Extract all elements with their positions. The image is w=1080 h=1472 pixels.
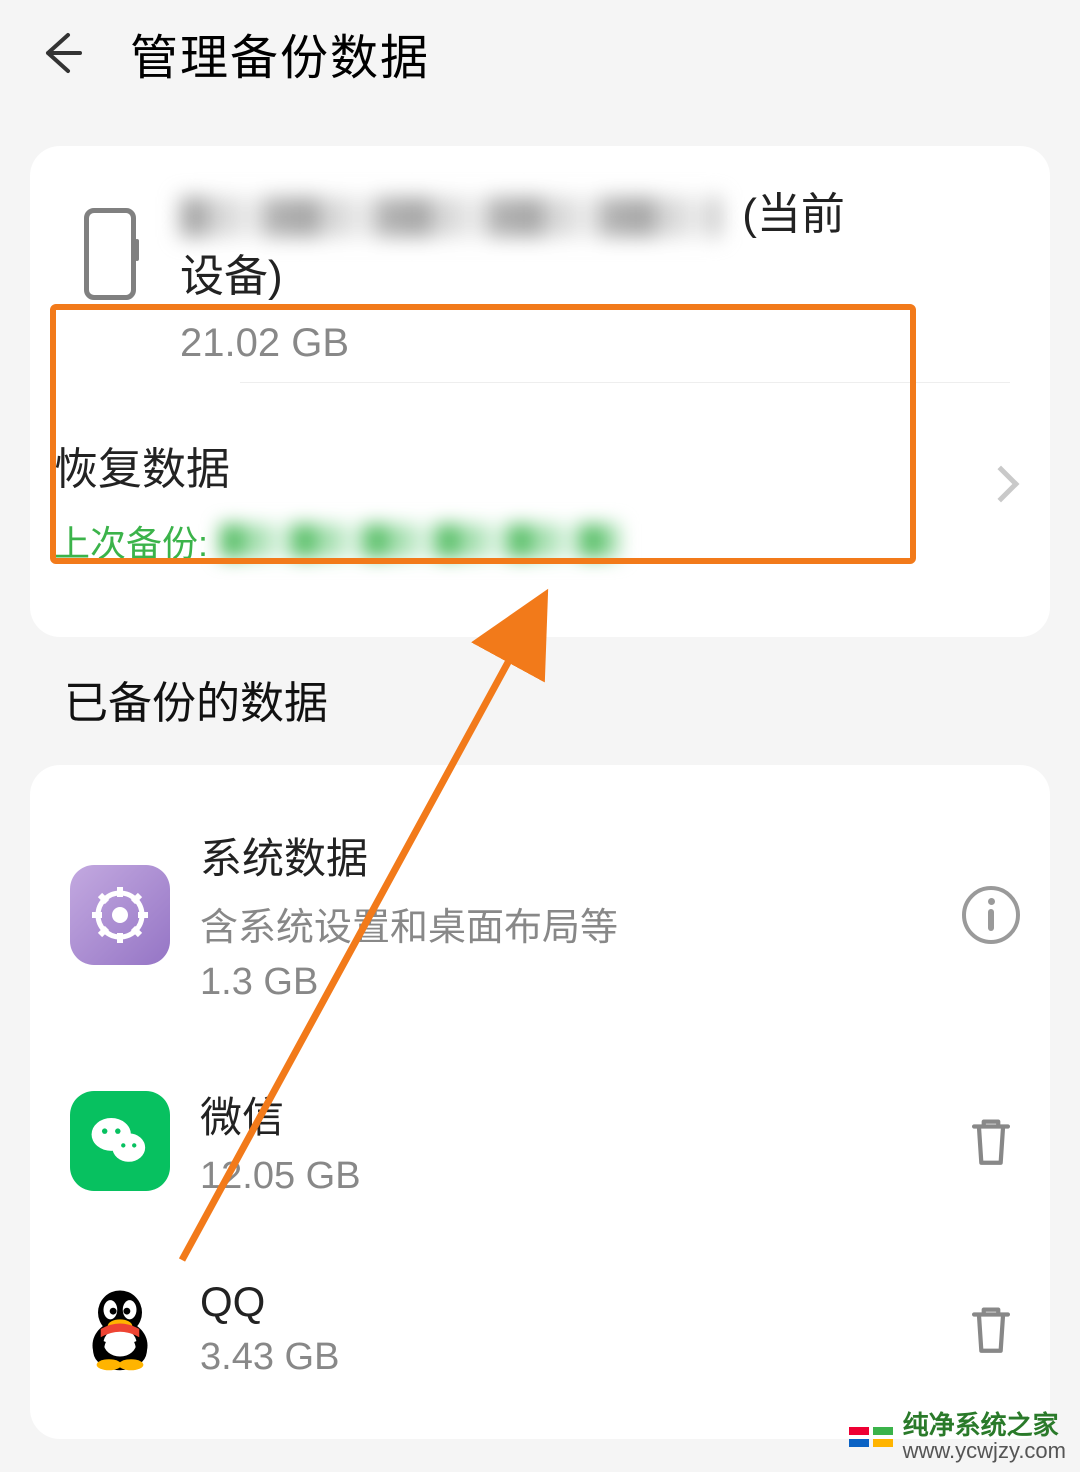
app-row-qq[interactable]: QQ 3.43 GB (30, 1238, 1050, 1419)
qq-icon (70, 1279, 170, 1379)
app-size: 12.05 GB (200, 1155, 932, 1198)
section-backed-up-title: 已备份的数据 (64, 667, 1080, 731)
restore-title: 恢复数据 (54, 433, 1010, 497)
divider (240, 382, 1010, 383)
device-current-label-1: (当前 (742, 190, 845, 239)
watermark-title: 纯净系统之家 (903, 1412, 1066, 1439)
last-backup-label: 上次备份: (54, 515, 208, 567)
device-name: (当前 设备) (180, 184, 1010, 307)
watermark-logo-icon (849, 1427, 893, 1447)
app-size: 3.43 GB (200, 1336, 932, 1379)
page-title: 管理备份数据 (130, 18, 430, 88)
device-row[interactable]: (当前 设备) 21.02 GB (30, 176, 1050, 366)
restore-last-backup: 上次备份: (54, 515, 1010, 567)
apps-card: 系统数据 含系统设置和桌面布局等 1.3 GB 微信 12.05 GB (30, 765, 1050, 1439)
app-name: QQ (200, 1278, 932, 1326)
app-name: 系统数据 (200, 825, 932, 886)
app-row-system[interactable]: 系统数据 含系统设置和桌面布局等 1.3 GB (30, 785, 1050, 1044)
info-icon[interactable] (962, 886, 1020, 944)
app-row-wechat[interactable]: 微信 12.05 GB (30, 1044, 1050, 1238)
watermark-url: www.ycwjzy.com (903, 1439, 1066, 1462)
watermark: 纯净系统之家 www.ycwjzy.com (839, 1406, 1076, 1468)
wechat-icon (70, 1091, 170, 1191)
device-size: 21.02 GB (180, 321, 1010, 366)
redacted-device-name (180, 197, 720, 237)
phone-icon (70, 184, 150, 300)
app-size: 1.3 GB (200, 961, 932, 1004)
header: 管理备份数据 (0, 0, 1080, 106)
gear-icon (70, 865, 170, 965)
device-current-label-2: 设备) (180, 252, 283, 301)
restore-data-row[interactable]: 恢复数据 上次备份: (30, 399, 1050, 607)
app-name: 微信 (200, 1084, 932, 1145)
device-card: (当前 设备) 21.02 GB 恢复数据 上次备份: (30, 146, 1050, 637)
app-desc: 含系统设置和桌面布局等 (200, 896, 932, 951)
trash-icon[interactable] (962, 1300, 1020, 1358)
back-button[interactable] (30, 23, 90, 83)
arrow-left-icon (36, 29, 84, 77)
redacted-backup-date (220, 524, 620, 558)
trash-icon[interactable] (962, 1112, 1020, 1170)
